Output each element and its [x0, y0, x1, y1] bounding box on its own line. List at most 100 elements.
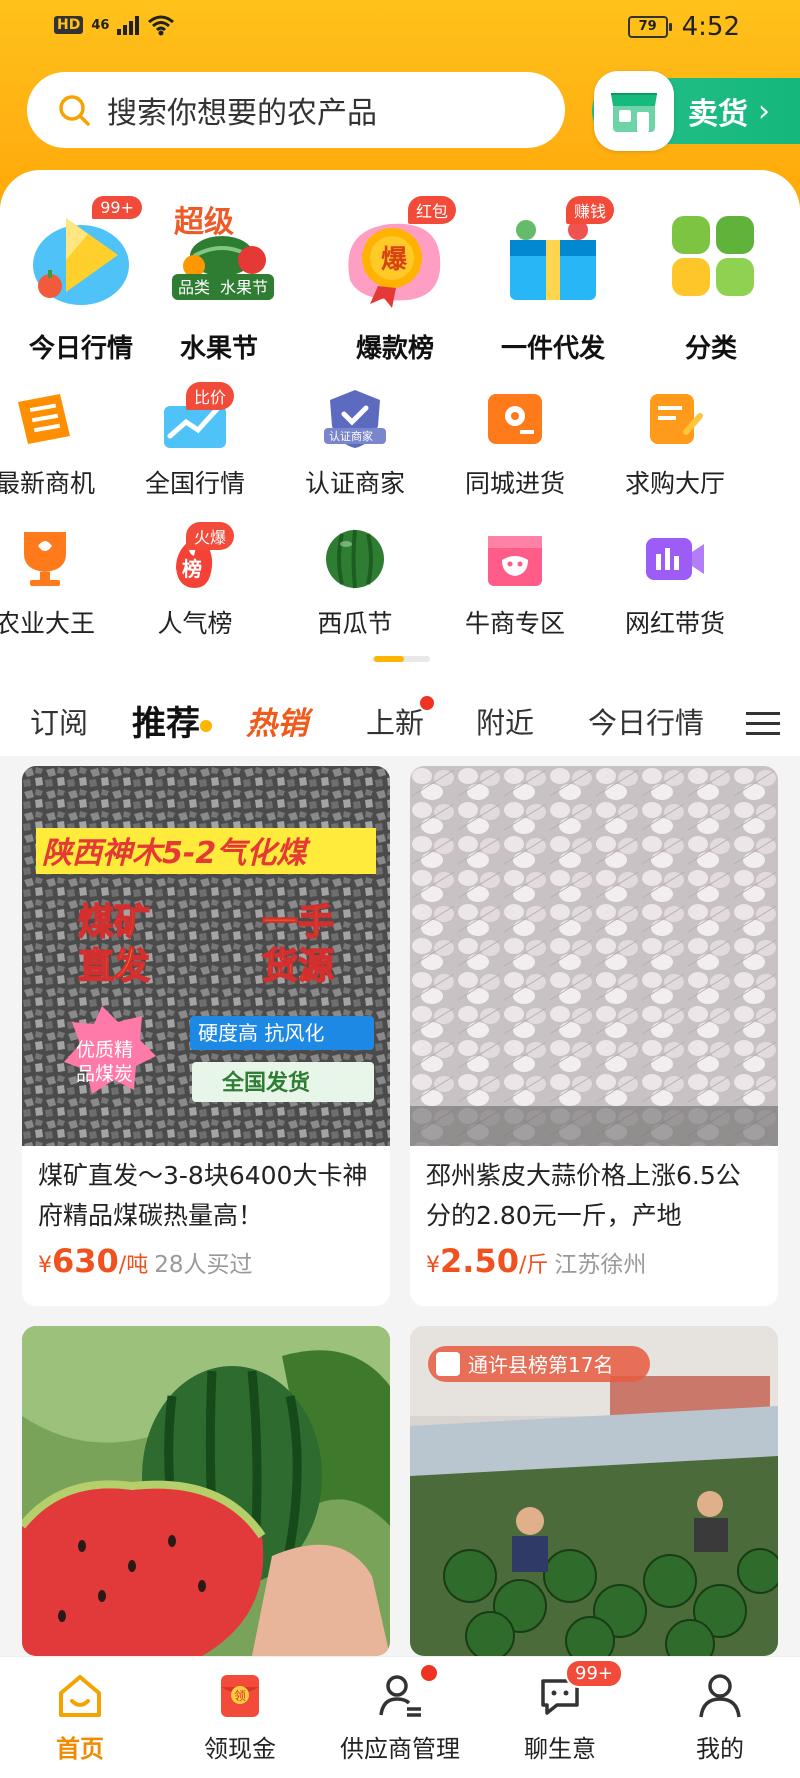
grid-item-local-purchase[interactable]: 同城进货 — [440, 386, 590, 500]
price-unit: /斤 — [518, 1253, 549, 1278]
sell-button[interactable]: 卖货 › — [592, 71, 800, 151]
grid-label: 人气榜 — [157, 609, 233, 638]
play-icon: 99+ — [26, 196, 142, 310]
verified-shield-icon: 认证商家 — [322, 386, 388, 452]
product-card[interactable]: 邳州紫皮大蒜价格上涨6.5公分的2.80元一斤，产地 ¥ 2.50 /斤 江苏徐… — [410, 766, 778, 1306]
menu-icon[interactable] — [700, 690, 800, 756]
hot-art: 爆 — [381, 245, 408, 275]
badge: 红包 — [407, 196, 456, 224]
product-image — [410, 766, 778, 1146]
grid-item-today-market[interactable]: 99+ 今日行情 — [6, 196, 156, 365]
nav-label: 领现金 — [204, 1735, 276, 1763]
nav-home[interactable]: 首页 — [0, 1671, 160, 1764]
image-tag2: 全国发货 — [221, 1070, 310, 1096]
grid-item-partial[interactable]: 滋 — [760, 386, 800, 500]
watermelon-icon — [322, 526, 388, 592]
live-video-icon — [642, 526, 708, 592]
fruit-art-line3: 水果节 — [220, 278, 268, 297]
tab-recommend[interactable]: 推荐 — [132, 696, 200, 745]
nav-chat[interactable]: 99+ 聊生意 — [480, 1659, 640, 1764]
product-image: 通许县榜第17名 — [410, 1326, 778, 1656]
supplier-icon — [375, 1665, 437, 1721]
product-card[interactable]: 通许县榜第17名 — [410, 1326, 778, 1656]
product-title: 邳州紫皮大蒜价格上涨6.5公分的2.80元一斤，产地 — [426, 1161, 741, 1230]
store-icon — [594, 71, 674, 151]
notification-dot — [421, 1665, 437, 1681]
product-price: 2.50 — [440, 1242, 519, 1280]
grid-label: 西瓜节 — [317, 609, 393, 638]
nav-label: 供应商管理 — [340, 1735, 460, 1763]
grid-item-cattle-zone[interactable]: 牛商专区 — [440, 526, 590, 640]
fruit-art-line1: 超级 — [174, 205, 234, 240]
currency: ¥ — [426, 1253, 440, 1278]
tab-hot-sale[interactable]: 热销 — [246, 698, 308, 743]
grid-item-watermelon-festival[interactable]: 西瓜节 — [280, 526, 430, 640]
hd-indicator: HD — [54, 16, 84, 34]
grid-label: 牛商专区 — [464, 609, 565, 638]
nav-label: 我的 — [696, 1735, 744, 1763]
grid-item-fruit-festival[interactable]: 超级 品类 水果节 水果节 — [144, 200, 294, 365]
image-rank: 通许县榜第17名 — [468, 1353, 613, 1377]
search-bar[interactable]: 搜索你想要的农产品 — [27, 72, 565, 148]
network-type: 46 — [91, 17, 110, 33]
product-image — [22, 1326, 390, 1656]
nav-cash[interactable]: 领 领现金 — [160, 1671, 320, 1764]
product-meta: ¥ 630 /吨 28人买过 — [22, 1238, 390, 1280]
grid-label: 农业大王 — [0, 609, 95, 638]
certified-art: 认证商家 — [329, 429, 373, 443]
grid-item-hot-rank[interactable]: 爆 红包 爆款榜 — [320, 196, 470, 365]
grid-label: 网红带货 — [624, 609, 725, 638]
battery-icon: 79 — [627, 16, 672, 38]
grid-label: 水果节 — [179, 334, 258, 364]
badge: 99+ — [92, 196, 142, 219]
grid-item-category[interactable]: 分类 — [636, 200, 786, 365]
status-bar: HD 46 79 4:52 — [0, 0, 800, 56]
trophy-icon — [12, 526, 78, 592]
tab-nearby[interactable]: 附近 — [476, 700, 534, 742]
envelope-art: 领 — [234, 1689, 246, 1703]
bottom-nav: 首页 领 领现金 供应商管理 99+ 聊生意 我的 — [0, 1656, 800, 1778]
grid-item-popularity-rank[interactable]: 榜 火爆 人气榜 — [120, 522, 270, 640]
image-text-right2: 货源 — [262, 946, 334, 987]
grid-item-influencer[interactable]: 网红带货 — [600, 526, 750, 640]
tab-subscribe[interactable]: 订阅 — [30, 700, 88, 742]
feed-tabs: 订阅 推荐 热销 上新 附近 今日行情 — [0, 690, 800, 756]
grid-label: 一件代发 — [500, 334, 605, 364]
price-unit: /吨 — [118, 1253, 149, 1278]
product-meta: ¥ 2.50 /斤 江苏徐州 — [410, 1238, 778, 1280]
local-pin-icon — [482, 386, 548, 452]
category-icon — [656, 200, 766, 310]
profile-icon — [695, 1671, 745, 1721]
search-placeholder: 搜索你想要的农产品 — [107, 96, 377, 131]
product-card[interactable] — [22, 1326, 390, 1656]
nav-profile[interactable]: 我的 — [640, 1671, 800, 1764]
nav-supplier[interactable]: 供应商管理 — [320, 1665, 480, 1764]
grid-item-certified-merchant[interactable]: 认证商家 认证商家 — [280, 386, 430, 500]
status-time: 4:52 — [681, 12, 740, 42]
hot-medal-icon: 爆 红包 — [340, 196, 456, 310]
red-envelope-icon: 领 — [215, 1671, 265, 1721]
app-root: HD 46 79 4:52 搜索你想要的农产品 卖货 › 99+ 今日行情 超级… — [0, 0, 800, 1778]
grid-label: 爆款榜 — [355, 334, 434, 364]
grid-item-purchase-hall[interactable]: 求购大厅 — [600, 386, 750, 500]
tab-new-arrivals[interactable]: 上新 — [366, 696, 435, 742]
gift-box-icon: 赚钱 — [498, 196, 614, 310]
grid-item-partial[interactable]: 蔬 — [760, 526, 800, 640]
grid-item-national-market[interactable]: 比价 全国行情 — [120, 382, 270, 500]
trend-chart-icon: 比价 — [162, 382, 234, 452]
fire-rank-icon: 榜 火爆 — [162, 522, 234, 592]
chat-icon: 99+ — [535, 1659, 623, 1721]
nav-label: 聊生意 — [524, 1735, 596, 1763]
wifi-icon — [148, 15, 175, 36]
image-tag1: 硬度高 抗风化 — [198, 1021, 324, 1045]
chat-badge: 99+ — [565, 1659, 623, 1688]
tab-today-market[interactable]: 今日行情 — [588, 700, 704, 742]
product-card[interactable]: 陕西神木5-2气化煤 煤矿 直发 一手 货源 优质精 品煤炭 硬度高 抗风化 全… — [22, 766, 390, 1306]
fruit-art-line2: 品类 — [178, 278, 210, 297]
grid-item-agri-king[interactable]: 农业大王 — [0, 526, 120, 640]
grid-label: 今日行情 — [28, 334, 133, 364]
grid-item-latest-opportunities[interactable]: 最新商机 — [0, 386, 120, 500]
grid-item-dropship[interactable]: 赚钱 一件代发 — [478, 196, 628, 365]
grid-label: 全国行情 — [144, 469, 245, 498]
badge: 赚钱 — [565, 196, 614, 224]
